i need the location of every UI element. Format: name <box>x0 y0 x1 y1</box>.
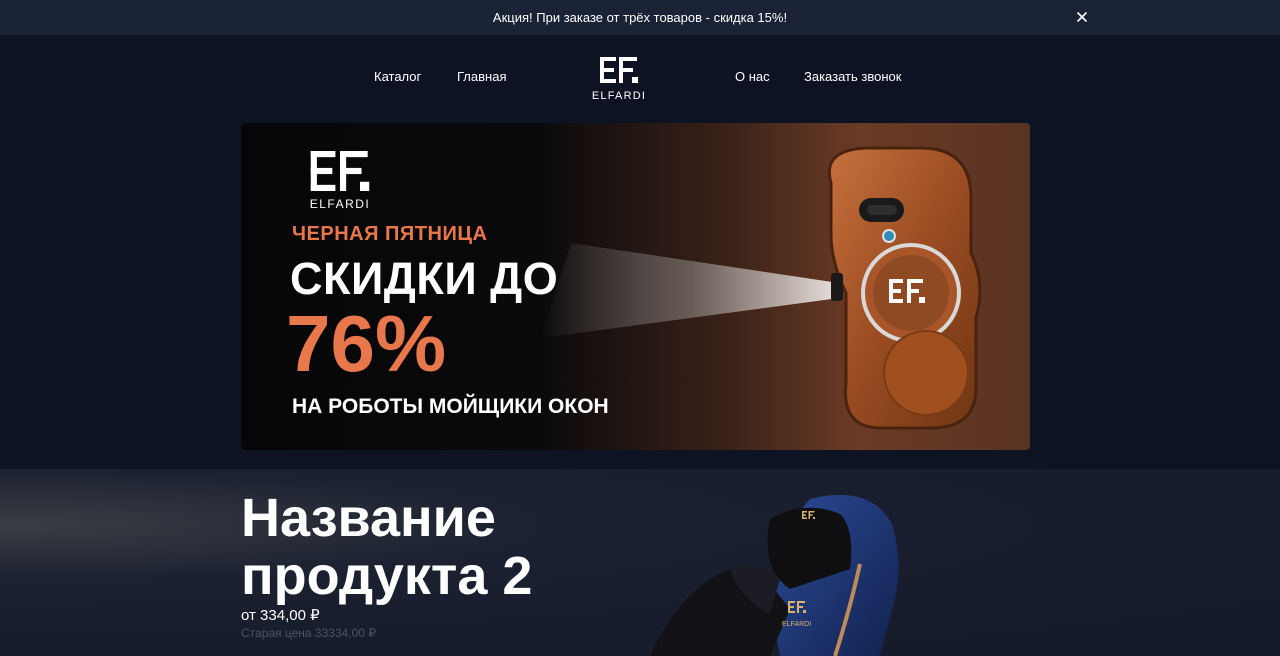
banner-headline: СКИДКИ ДО <box>290 253 559 304</box>
window-robot-image <box>828 146 982 430</box>
site-header: Каталог Главная ELFARDI О нас Заказать з… <box>0 35 1280 120</box>
nav-callback-link[interactable]: Заказать звонок <box>804 69 901 84</box>
product-price: от 334,00 ₽ <box>241 607 320 624</box>
promo-text: Акция! При заказе от трёх товаров - скид… <box>492 10 788 25</box>
logo-text: ELFARDI <box>591 90 647 102</box>
promo-banner[interactable]: ELFARDI ЧЕРНАЯ ПЯТНИЦА СКИДКИ ДО 76% НА … <box>241 123 1030 450</box>
massage-chair-image: ELFARDI <box>650 494 899 656</box>
banner-percent: 76% <box>286 299 447 388</box>
promo-bar: Акция! При заказе от трёх товаров - скид… <box>0 0 1280 35</box>
banner-subline: НА РОБОТЫ МОЙЩИКИ ОКОН <box>292 395 609 418</box>
logo-mark-icon <box>600 57 638 83</box>
nav-about-link[interactable]: О нас <box>735 69 770 84</box>
banner-kicker: ЧЕРНАЯ ПЯТНИЦА <box>292 223 488 245</box>
banner-logo: ELFARDI <box>300 151 380 211</box>
product-old-price: Старая цена 33334,00 ₽ <box>241 626 376 640</box>
chair-logo-text: ELFARDI <box>782 621 811 628</box>
site-logo[interactable]: ELFARDI <box>586 57 652 102</box>
close-icon[interactable] <box>1074 9 1090 25</box>
product-title-line-1: Название <box>241 488 496 548</box>
nav-catalog-link[interactable]: Каталог <box>374 69 421 84</box>
logo-mark-icon <box>310 151 370 191</box>
product-section: Название продукта 2 от 334,00 ₽ Старая ц… <box>0 469 1280 656</box>
banner-logo-text: ELFARDI <box>309 197 371 211</box>
nav-home-link[interactable]: Главная <box>457 69 506 84</box>
product-title[interactable]: Название продукта 2 <box>241 489 532 605</box>
product-title-line-2: продукта 2 <box>241 546 533 606</box>
